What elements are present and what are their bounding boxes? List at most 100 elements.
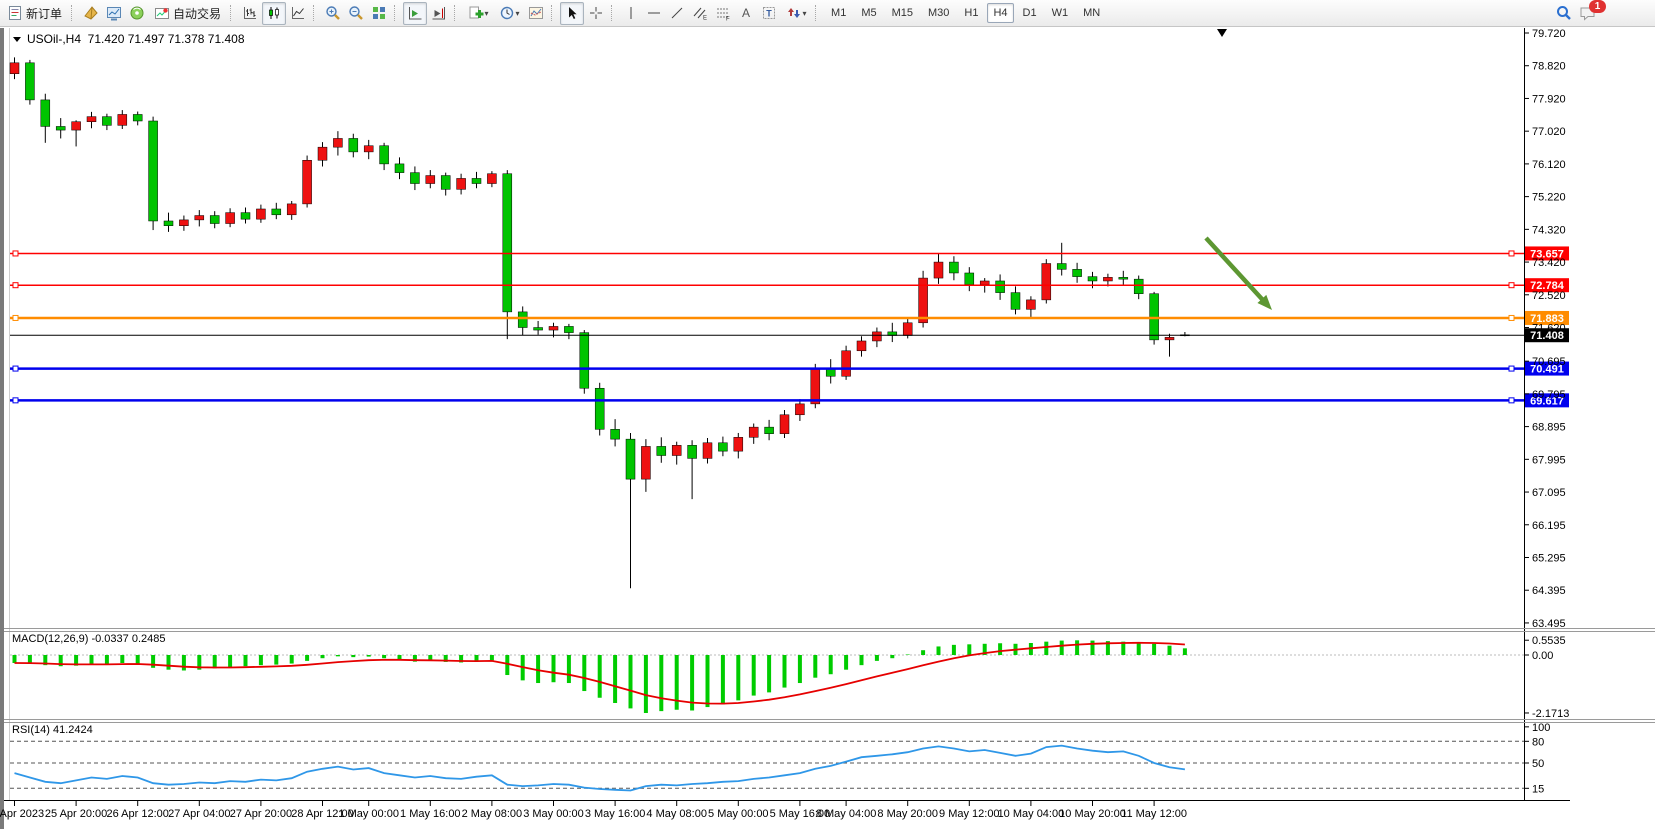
arrows-tool-icon[interactable] [781,3,811,24]
svg-text:63.495: 63.495 [1532,618,1566,630]
timeframe-m30[interactable]: M30 [922,3,955,23]
svg-text:80: 80 [1532,736,1544,748]
svg-text:65.295: 65.295 [1532,552,1566,564]
svg-text:27 Apr 20:00: 27 Apr 20:00 [230,808,292,820]
timeframe-h4[interactable]: H4 [987,3,1013,23]
svg-text:E: E [703,16,707,22]
zoom-in-icon[interactable] [322,3,344,24]
timeframe-w1[interactable]: W1 [1046,3,1075,23]
trendline-icon[interactable] [666,3,688,24]
svg-text:4 May 08:00: 4 May 08:00 [646,808,707,820]
svg-text:2 May 08:00: 2 May 08:00 [462,808,523,820]
line-chart-icon[interactable] [287,3,309,24]
svg-text:9 May 12:00: 9 May 12:00 [939,808,1000,820]
time-axis: 25 Apr 202325 Apr 20:0026 Apr 12:0027 Ap… [0,800,1570,820]
svg-text:79.720: 79.720 [1532,28,1566,40]
svg-text:A: A [742,6,750,20]
timeframe-mn[interactable]: MN [1077,3,1106,23]
cursor-icon[interactable] [560,2,584,25]
gold-wedge-icon[interactable] [80,3,102,24]
toolbar-grip [611,5,616,21]
zoom-out-icon[interactable] [345,3,367,24]
toolbar-grip [394,5,399,21]
toolbar-grip [313,5,318,21]
svg-text:67.995: 67.995 [1532,454,1566,466]
market-watch-icon[interactable] [103,3,125,24]
bar-chart-icon[interactable] [239,3,261,24]
svg-text:68.895: 68.895 [1532,422,1566,434]
horizontal-lines: 73.65772.78471.88371.40870.49169.617 [10,246,1569,407]
auto-scroll-icon[interactable] [403,2,427,25]
svg-text:77.020: 77.020 [1532,126,1566,138]
svg-text:-2.1713: -2.1713 [1532,708,1569,720]
svg-text:64.395: 64.395 [1532,585,1566,597]
toolbar-grip [815,5,820,21]
svg-text:8 May 04:00: 8 May 04:00 [816,808,877,820]
timeframe-m1[interactable]: M1 [825,3,852,23]
svg-text:78.820: 78.820 [1532,61,1566,73]
svg-text:73.420: 73.420 [1532,257,1566,269]
timeframe-d1[interactable]: D1 [1017,3,1043,23]
svg-text:69.795: 69.795 [1532,389,1566,401]
equidistant-channel-icon[interactable]: E [689,3,711,24]
svg-text:71.620: 71.620 [1532,323,1566,335]
svg-text:76.120: 76.120 [1532,159,1566,171]
candlestick-chart-icon[interactable] [262,2,286,25]
chart-title-row[interactable]: USOil-,H4 71.420 71.497 71.378 71.408 [13,32,245,46]
chevron-down-icon [13,37,21,42]
signal-icon[interactable] [126,3,148,24]
timeframe-m15[interactable]: M15 [886,3,919,23]
text-label-icon[interactable]: T [758,3,780,24]
svg-text:0.00: 0.00 [1532,650,1553,662]
svg-text:70.695: 70.695 [1532,356,1566,368]
timeframe-m5[interactable]: M5 [855,3,882,23]
svg-text:74.320: 74.320 [1532,224,1566,236]
macd-indicator-label: MACD(12,26,9) -0.0337 0.2485 [12,633,165,645]
auto-trading-label: 自动交易 [173,5,221,22]
tile-windows-icon[interactable] [368,3,390,24]
svg-text:25 Apr 20:00: 25 Apr 20:00 [45,808,107,820]
svg-text:1 May 00:00: 1 May 00:00 [338,808,399,820]
macd-pane: 0.55350.00-2.1713 [10,635,1569,720]
text-tool-icon[interactable]: A [735,3,757,24]
time-marker [1217,29,1227,37]
horizontal-line-icon[interactable] [643,3,665,24]
svg-text:1 May 16:00: 1 May 16:00 [400,808,461,820]
notifications-button[interactable]: 1 [1576,3,1600,24]
rsi-indicator-label: RSI(14) 41.2424 [12,724,93,736]
candles [10,57,1189,588]
svg-text:100: 100 [1532,722,1550,734]
auto-trading-button[interactable]: 自动交易 [149,3,226,24]
svg-text:15: 15 [1532,783,1544,795]
vertical-line-icon[interactable] [620,3,642,24]
fibonacci-icon[interactable]: F [712,3,734,24]
svg-text:8 May 20:00: 8 May 20:00 [877,808,938,820]
svg-text:72.520: 72.520 [1532,290,1566,302]
rsi-pane: 100805015 [10,722,1550,795]
search-icon[interactable] [1553,3,1575,24]
toolbar-grip [71,5,76,21]
svg-text:25 Apr 2023: 25 Apr 2023 [0,808,44,820]
chart-title: USOil-,H4 71.420 71.497 71.378 71.408 [27,32,245,46]
new-order-icon [7,3,23,24]
svg-text:5 May 00:00: 5 May 00:00 [708,808,769,820]
toolbar: 新订单 自动交易 [0,0,1655,27]
chart-shift-icon[interactable] [428,3,450,24]
svg-text:11 May 12:00: 11 May 12:00 [1121,808,1187,820]
svg-text:3 May 16:00: 3 May 16:00 [585,808,646,820]
svg-text:75.220: 75.220 [1532,192,1566,204]
svg-text:66.195: 66.195 [1532,520,1566,532]
svg-text:27 Apr 04:00: 27 Apr 04:00 [168,808,230,820]
svg-text:3 May 00:00: 3 May 00:00 [523,808,584,820]
new-order-label: 新订单 [26,5,62,22]
crosshair-icon[interactable] [585,3,607,24]
add-indicator-icon[interactable] [463,3,493,24]
svg-text:T: T [766,9,772,19]
toolbar-grip [551,5,556,21]
period-icon[interactable] [494,3,524,24]
new-order-button[interactable]: 新订单 [2,3,67,24]
timeframe-h1[interactable]: H1 [958,3,984,23]
price-chart[interactable]: 73.65772.78471.88371.40870.49169.617 79.7… [0,0,1655,829]
trend-arrow [1206,238,1272,310]
template-icon[interactable] [525,3,547,24]
